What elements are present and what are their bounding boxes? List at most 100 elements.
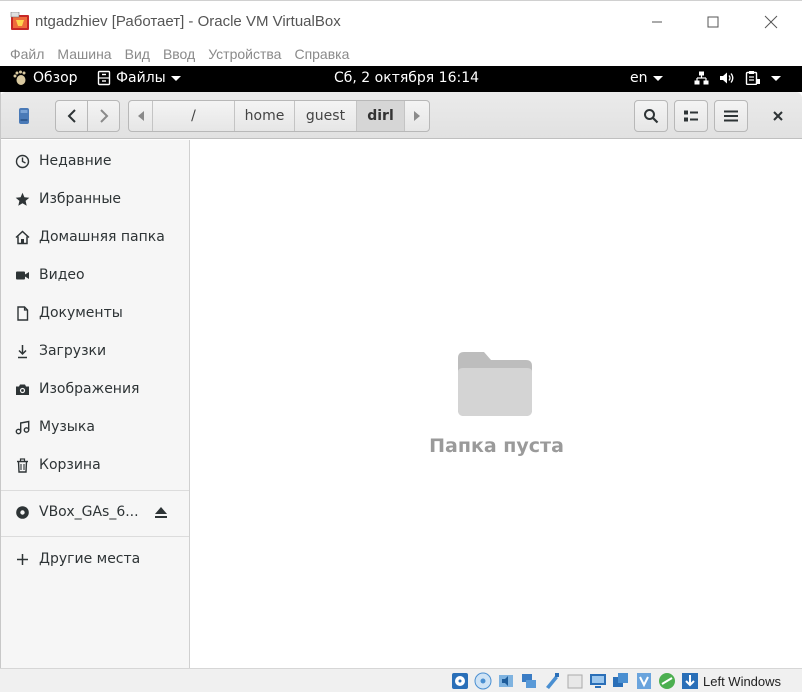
path-scroll-right[interactable] [405,101,429,131]
video-capture-icon[interactable] [610,672,631,690]
gnome-top-bar: Обзор Файлы Сб, 2 октября 16:14 en [0,66,802,92]
sidebar-item-pictures[interactable]: Изображения [0,370,189,408]
hard-disk-icon[interactable] [449,672,470,690]
gnome-foot-icon [13,70,26,85]
menu-input[interactable]: Ввод [163,46,195,62]
sidebar-item-videos[interactable]: Видео [0,256,189,294]
places-sidebar: Недавние Избранные Домашняя папка Видео … [0,140,190,668]
document-icon [14,305,30,321]
vbox-status-bar: Left Windows [0,668,802,692]
host-key-label: Left Windows [703,674,782,689]
sidebar-item-label: Избранные [39,191,121,207]
sidebar-item-label: Изображения [39,381,140,397]
sidebar-separator [0,490,189,491]
sidebar-item-other-locations[interactable]: Другие места [0,540,189,578]
download-icon [14,343,30,359]
maximize-button[interactable] [690,6,736,38]
sidebar-item-label: Видео [39,267,85,283]
activities-button[interactable]: Обзор [12,70,78,86]
back-button[interactable] [55,100,88,132]
video-icon [14,267,30,283]
menu-help[interactable]: Справка [294,46,349,62]
list-view-icon [684,110,698,122]
hamburger-icon [724,110,738,122]
file-cabinet-icon [97,70,111,86]
path-scroll-left[interactable] [129,101,153,131]
path-segment-guest[interactable]: guest [295,101,357,131]
sidebar-item-vbox-disc[interactable]: VBox_GAs_6... [0,493,189,531]
sidebar-item-home[interactable]: Домашняя папка [0,218,189,256]
menu-devices[interactable]: Устройства [208,46,281,62]
close-window-button[interactable] [748,6,794,38]
chevron-down-icon [652,75,663,81]
clock-icon [14,153,30,169]
sidebar-item-trash[interactable]: Корзина [0,446,189,484]
home-icon [14,229,30,245]
audio-icon[interactable] [495,672,516,690]
sidebar-item-label: VBox_GAs_6... [39,504,139,520]
clock[interactable]: Сб, 2 октября 16:14 [334,70,479,86]
host-key-icon[interactable] [679,672,700,690]
path-segment-dirl[interactable]: dirl [357,101,405,131]
chevron-left-icon [67,109,76,123]
files-app-menu[interactable]: Файлы [97,70,181,86]
vbox-menu-bar: Файл Машина Вид Ввод Устройства Справка [0,42,802,66]
trash-icon [14,457,30,473]
close-files-button[interactable] [762,100,794,132]
chevron-down-icon [771,75,781,81]
forward-button[interactable] [87,100,120,132]
main-menu-button[interactable] [714,100,748,132]
camera-icon [14,381,30,397]
path-bar: / home guest dirl [128,100,430,132]
plus-icon [14,551,30,567]
virtualbox-icon [10,11,30,32]
sidebar-item-downloads[interactable]: Загрузки [0,332,189,370]
menu-machine[interactable]: Машина [57,46,111,62]
sidebar-item-label: Музыка [39,419,95,435]
chevron-right-icon [99,109,108,123]
network-icon[interactable] [518,672,539,690]
close-icon [773,111,783,121]
minimize-button[interactable] [634,6,680,38]
files-app-label: Файлы [116,70,166,86]
shared-folder-icon[interactable] [564,672,585,690]
sidebar-item-starred[interactable]: Избранные [0,180,189,218]
sidebar-item-label: Другие места [39,551,141,567]
close-icon [764,15,778,29]
network-wired-icon [694,71,709,85]
eject-icon[interactable] [154,505,168,519]
sidebar-item-documents[interactable]: Документы [0,294,189,332]
star-icon [14,191,30,207]
lang-label: en [630,70,648,86]
activities-label: Обзор [33,70,78,86]
minimize-icon [652,21,662,23]
chevron-down-icon [170,75,181,81]
status-indicators [449,672,700,690]
sidebar-item-recent[interactable]: Недавние [0,142,189,180]
files-window: / home guest dirl Недавние Избранные Дом… [0,92,802,668]
files-header-bar: / home guest dirl [0,92,802,139]
keyboard-layout-indicator[interactable]: en [630,70,663,86]
menu-file[interactable]: Файл [10,46,44,62]
search-button[interactable] [634,100,668,132]
usb-icon[interactable] [541,672,562,690]
folder-icon [458,352,532,416]
menu-view[interactable]: Вид [125,46,150,62]
sidebar-item-label: Загрузки [39,343,107,359]
file-view[interactable]: Папка пуста [191,140,802,668]
display-icon[interactable] [587,672,608,690]
mouse-integration-icon[interactable] [656,672,677,690]
disc-icon [14,504,30,520]
sidebar-separator [0,536,189,537]
virtualization-icon[interactable] [633,672,654,690]
view-mode-button[interactable] [674,100,708,132]
sidebar-item-music[interactable]: Музыка [0,408,189,446]
system-tray[interactable] [694,71,781,85]
path-segment-home[interactable]: home [235,101,295,131]
sidebar-item-label: Домашняя папка [39,229,165,245]
optical-drive-icon[interactable] [472,672,493,690]
sidebar-item-label: Недавние [39,153,112,169]
triangle-right-icon [414,111,420,121]
path-segment-root[interactable]: / [153,101,235,131]
disk-button[interactable] [4,100,44,132]
